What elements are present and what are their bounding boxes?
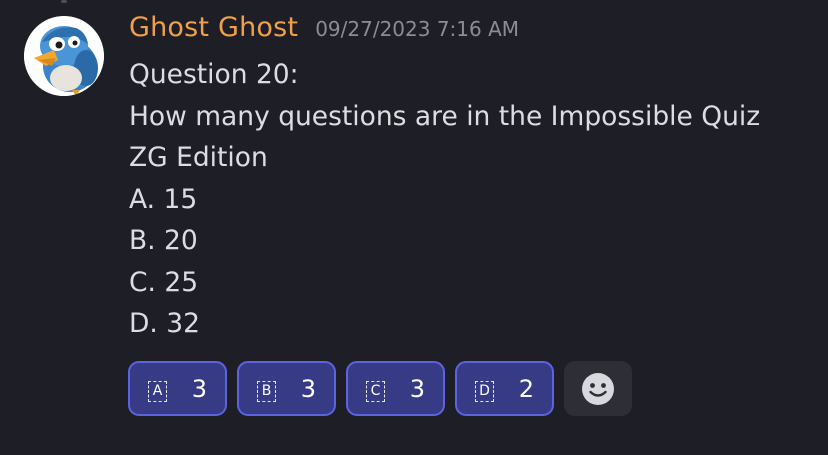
smiley-add-reaction-icon — [582, 372, 614, 405]
regional-indicator-c-icon: C — [366, 381, 385, 402]
regional-indicator-a-icon: A — [148, 381, 167, 402]
reaction-count: 3 — [191, 374, 207, 403]
message-line: A. 15 — [129, 183, 198, 215]
reaction-c-button[interactable]: C 3 — [346, 361, 445, 416]
reaction-b-button[interactable]: B 3 — [237, 361, 336, 416]
divider-mark — [61, 0, 67, 3]
chat-message: Ghost Ghost 09/27/2023 7:16 AM Question … — [0, 0, 828, 455]
message-line: B. 20 — [129, 225, 198, 256]
message-content: Question 20: How many questions are in t… — [129, 54, 809, 345]
message-line: Question 20: — [129, 59, 299, 90]
reaction-count: 3 — [300, 374, 316, 403]
regional-indicator-d-icon: D — [475, 381, 494, 402]
reaction-a-button[interactable]: A 3 — [128, 361, 227, 416]
message-line: How many questions are in the Impossible… — [129, 100, 761, 132]
username[interactable]: Ghost Ghost — [129, 12, 298, 43]
add-reaction-button[interactable] — [564, 361, 632, 416]
reaction-d-button[interactable]: D 2 — [455, 361, 554, 416]
reaction-count: 2 — [518, 374, 534, 403]
regional-indicator-b-icon: B — [257, 381, 276, 402]
message-line: D. 32 — [129, 308, 200, 339]
avatar[interactable] — [24, 16, 104, 96]
timestamp: 09/27/2023 7:16 AM — [315, 17, 520, 41]
reactions-bar: A 3 B 3 C 3 D 2 — [128, 361, 632, 416]
message-line: ZG Edition — [129, 142, 268, 173]
blue-bird-avatar-icon — [24, 16, 104, 96]
reaction-count: 3 — [409, 374, 425, 403]
message-header: Ghost Ghost 09/27/2023 7:16 AM — [129, 12, 519, 50]
message-line: C. 25 — [129, 266, 199, 298]
